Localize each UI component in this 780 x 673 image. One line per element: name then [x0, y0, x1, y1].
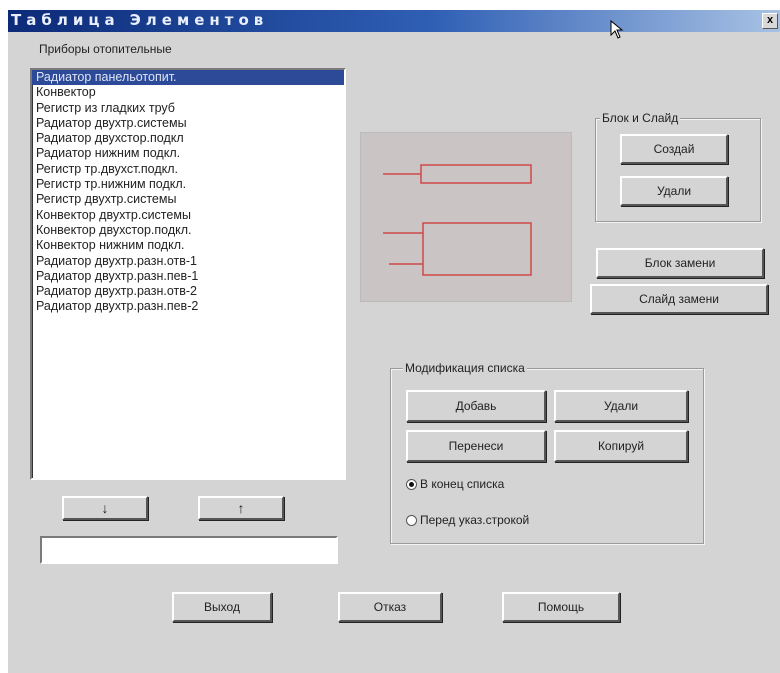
radio-before-indicator[interactable] — [406, 514, 417, 526]
list-item[interactable]: Радиатор нижним подкл. — [32, 146, 344, 161]
delete-block-button[interactable]: Удали — [620, 176, 728, 206]
list-item[interactable]: Радиатор двухтр.разн.пев-2 — [32, 299, 344, 314]
replace-slide-button[interactable]: Слайд замени — [590, 284, 768, 314]
mouse-cursor-icon — [610, 20, 624, 39]
list-item[interactable]: Регистр тр.двухст.подкл. — [32, 162, 344, 177]
list-item[interactable]: Конвектор нижним подкл. — [32, 238, 344, 253]
radiator-diagram — [383, 164, 532, 276]
help-button[interactable]: Помощь — [502, 592, 620, 622]
list-item[interactable]: Конвектор двухтр.системы — [32, 208, 344, 223]
list-modification-label: Модификация списка — [403, 361, 527, 375]
list-item[interactable]: Радиатор двухтр.разн.пев-1 — [32, 269, 344, 284]
item-name-input[interactable] — [40, 536, 338, 564]
radio-before-label: Перед указ.строкой — [420, 513, 530, 527]
move-button[interactable]: Перенеси — [406, 430, 546, 462]
heating-devices-listbox[interactable]: Радиатор панельотопит. Конвектор Регистр и… — [30, 68, 346, 480]
list-item[interactable]: Радиатор двухтр.разн.отв-1 — [32, 254, 344, 269]
move-down-button[interactable]: ↓ — [62, 496, 148, 520]
list-item[interactable]: Радиатор двухстор.подкл — [32, 131, 344, 146]
create-button[interactable]: Создай — [620, 134, 728, 164]
replace-block-button[interactable]: Блок замени — [596, 248, 764, 278]
element-preview — [360, 132, 572, 302]
window-title: Таблица Элементов — [11, 11, 269, 29]
list-item[interactable]: Регистр из гладких труб — [32, 101, 344, 116]
delete-item-button[interactable]: Удали — [554, 390, 688, 422]
list-item[interactable]: Регистр двухтр.системы — [32, 192, 344, 207]
list-item[interactable]: Регистр тр.нижним подкл. — [32, 177, 344, 192]
radio-end-indicator[interactable] — [406, 478, 417, 490]
list-label: Приборы отопительные — [39, 42, 172, 56]
radio-end-of-list[interactable]: В конец списка — [406, 477, 504, 491]
list-item[interactable]: Радиатор двухтр.разн.отв-2 — [32, 284, 344, 299]
list-item[interactable]: Радиатор панельотопит. — [32, 70, 344, 86]
cancel-button[interactable]: Отказ — [338, 592, 442, 622]
radio-end-label: В конец списка — [420, 477, 505, 491]
exit-button[interactable]: Выход — [172, 592, 272, 622]
dialog-window: Таблица Элементов x Приборы отопительные… — [8, 10, 780, 673]
title-bar[interactable]: Таблица Элементов x — [8, 10, 780, 32]
add-button[interactable]: Добавь — [406, 390, 546, 422]
block-slide-label: Блок и Слайд — [600, 111, 681, 125]
copy-button[interactable]: Копируй — [554, 430, 688, 462]
list-item[interactable]: Конвектор — [32, 85, 344, 100]
radio-before-row[interactable]: Перед указ.строкой — [406, 513, 529, 527]
close-button[interactable]: x — [762, 13, 778, 29]
list-item[interactable]: Конвектор двухстор.подкл. — [32, 223, 344, 238]
list-item[interactable]: Радиатор двухтр.системы — [32, 116, 344, 131]
move-up-button[interactable]: ↑ — [198, 496, 284, 520]
